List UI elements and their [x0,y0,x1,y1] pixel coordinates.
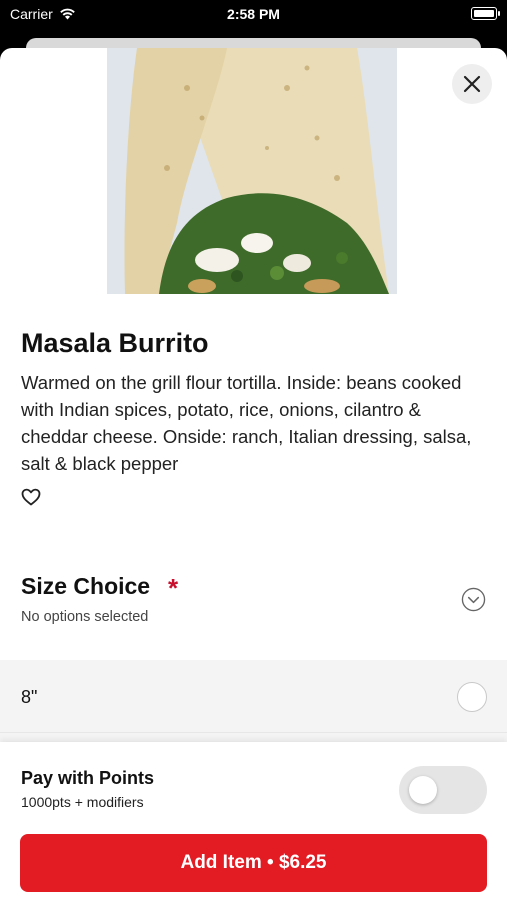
footer-bar: Pay with Points 1000pts + modifiers Add … [0,742,507,900]
required-indicator: * [168,573,179,603]
size-option-next [0,732,507,742]
pay-with-points-subtitle: 1000pts + modifiers [21,794,144,810]
close-button[interactable] [452,64,492,104]
toggle-knob [409,776,437,804]
item-detail-sheet: Masala Burrito Warmed on the grill flour… [0,48,507,900]
option-radio[interactable] [457,682,487,712]
heart-icon[interactable] [21,488,41,506]
pay-with-points-toggle[interactable] [399,766,487,814]
item-name: Masala Burrito [21,328,209,358]
item-description: Warmed on the grill flour tortilla. Insi… [21,372,472,474]
status-time: 2:58 PM [227,6,280,22]
add-item-button[interactable]: Add Item • $6.25 [20,834,487,892]
size-option-8in[interactable]: 8" [0,660,507,732]
item-photo [107,48,397,294]
battery-icon [471,7,500,20]
option-label: 8" [21,687,38,707]
app-screen: Carrier 2:58 PM Masala Burrito Warmed on… [0,0,507,900]
close-icon [463,75,481,93]
chevron-down-icon[interactable] [461,587,486,612]
size-choice-title: Size Choice [21,573,151,599]
status-bar: Carrier 2:58 PM [0,0,507,30]
size-choice-subtitle: No options selected [21,609,149,625]
pay-with-points-title: Pay with Points [21,768,155,788]
